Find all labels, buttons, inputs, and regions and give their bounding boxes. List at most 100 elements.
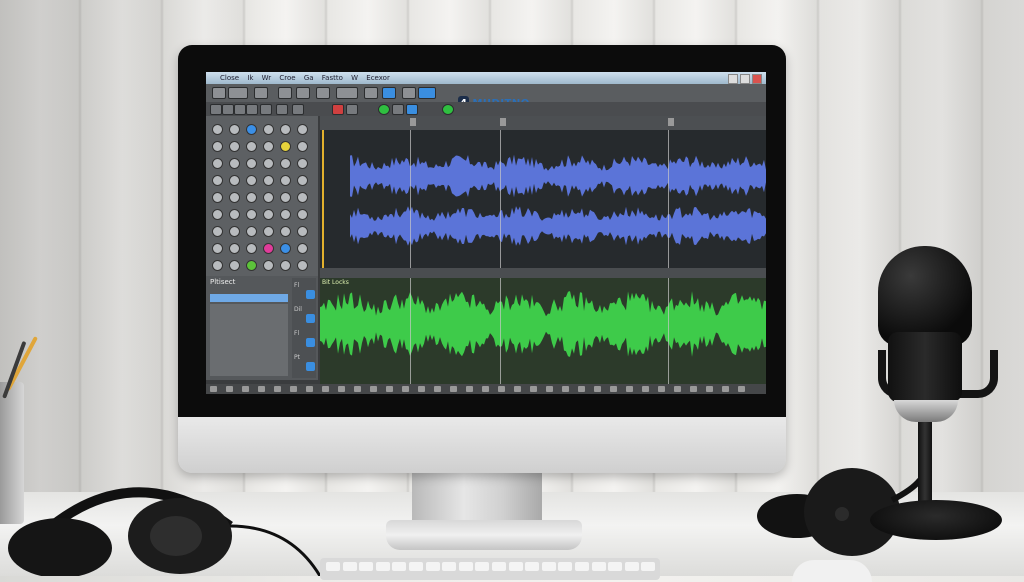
tool-button[interactable]	[246, 260, 257, 271]
status-icon[interactable]	[530, 386, 537, 392]
ruler-marker[interactable]	[668, 118, 674, 126]
status-icon[interactable]	[722, 386, 729, 392]
key[interactable]	[624, 562, 639, 571]
tool-button[interactable]	[246, 141, 257, 152]
key[interactable]	[492, 562, 506, 571]
tool-button[interactable]	[212, 175, 223, 186]
tool-button[interactable]	[297, 175, 308, 186]
toolbar-button[interactable]	[346, 104, 358, 115]
tool-button[interactable]	[246, 124, 257, 135]
toolbar-button[interactable]	[364, 87, 378, 99]
tool-button[interactable]	[229, 260, 240, 271]
status-icon[interactable]	[642, 386, 649, 392]
status-icon[interactable]	[370, 386, 377, 392]
tool-button[interactable]	[246, 158, 257, 169]
status-icon[interactable]	[434, 386, 441, 392]
status-icon[interactable]	[306, 386, 313, 392]
status-icon[interactable]	[674, 386, 681, 392]
tool-button[interactable]	[212, 209, 223, 220]
menu-item[interactable]: Ik	[247, 74, 253, 82]
key[interactable]	[608, 562, 623, 571]
tool-button[interactable]	[263, 124, 274, 135]
tool-button[interactable]	[280, 141, 291, 152]
status-icon[interactable]	[290, 386, 297, 392]
status-icon[interactable]	[498, 386, 505, 392]
tool-button[interactable]	[229, 158, 240, 169]
tool-button[interactable]	[246, 192, 257, 203]
key[interactable]	[541, 562, 556, 571]
key[interactable]	[641, 562, 656, 571]
status-icon[interactable]	[402, 386, 409, 392]
mixer-list[interactable]	[210, 304, 288, 376]
tool-button[interactable]	[229, 209, 240, 220]
tool-button[interactable]	[212, 192, 223, 203]
tool-button[interactable]	[263, 226, 274, 237]
tool-button[interactable]	[297, 243, 308, 254]
tool-button[interactable]	[212, 260, 223, 271]
tool-button[interactable]	[297, 192, 308, 203]
key[interactable]	[359, 562, 374, 571]
tool-button[interactable]	[263, 243, 274, 254]
key[interactable]	[458, 562, 473, 571]
toolbar-button[interactable]	[402, 87, 416, 99]
toolbar-button[interactable]	[278, 87, 292, 99]
mouse[interactable]	[792, 560, 872, 582]
tool-button[interactable]	[280, 209, 291, 220]
tool-button[interactable]	[280, 158, 291, 169]
toolbar-button[interactable]	[212, 87, 226, 99]
key[interactable]	[326, 562, 340, 571]
tool-button[interactable]	[246, 226, 257, 237]
record-button[interactable]	[332, 104, 344, 115]
key[interactable]	[392, 562, 407, 571]
status-icon[interactable]	[274, 386, 281, 392]
status-icon[interactable]	[450, 386, 457, 392]
toolbar-button[interactable]	[228, 87, 248, 99]
key[interactable]	[591, 562, 606, 571]
tool-button[interactable]	[212, 226, 223, 237]
toolbar-button[interactable]	[222, 104, 234, 115]
key[interactable]	[575, 562, 589, 571]
tool-button[interactable]	[280, 124, 291, 135]
maximize-button[interactable]	[740, 74, 750, 84]
tool-button[interactable]	[263, 141, 274, 152]
tool-button[interactable]	[280, 260, 291, 271]
play-button[interactable]	[378, 104, 390, 115]
tool-button[interactable]	[246, 243, 257, 254]
key[interactable]	[508, 562, 523, 571]
tool-button[interactable]	[280, 192, 291, 203]
status-icon[interactable]	[226, 386, 233, 392]
status-icon[interactable]	[578, 386, 585, 392]
channel-icon[interactable]	[306, 314, 315, 323]
key[interactable]	[525, 562, 540, 571]
toolbar-button[interactable]	[210, 104, 222, 115]
status-icon[interactable]	[466, 386, 473, 392]
menu-item[interactable]: Croe	[279, 74, 295, 82]
tool-button[interactable]	[263, 175, 274, 186]
key[interactable]	[409, 562, 423, 571]
status-icon[interactable]	[738, 386, 745, 392]
status-icon[interactable]	[690, 386, 697, 392]
tool-button[interactable]	[297, 226, 308, 237]
status-icon[interactable]	[210, 386, 217, 392]
toolbar-button[interactable]	[234, 104, 246, 115]
key[interactable]	[442, 562, 457, 571]
menu-item[interactable]: Close	[220, 74, 239, 82]
menu-item[interactable]: Fastto	[322, 74, 343, 82]
toolbar-button[interactable]	[296, 87, 310, 99]
toolbar-button[interactable]	[316, 87, 330, 99]
toolbar-button[interactable]	[336, 87, 358, 99]
channel-icon[interactable]	[306, 338, 315, 347]
tool-button[interactable]	[229, 243, 240, 254]
tool-button[interactable]	[229, 175, 240, 186]
tool-button[interactable]	[229, 141, 240, 152]
key[interactable]	[475, 562, 490, 571]
tool-button[interactable]	[212, 158, 223, 169]
status-icon[interactable]	[386, 386, 393, 392]
status-icon[interactable]	[514, 386, 521, 392]
status-icon[interactable]	[594, 386, 601, 392]
tool-button[interactable]	[212, 124, 223, 135]
status-icon[interactable]	[658, 386, 665, 392]
menu-item[interactable]: Ga	[304, 74, 314, 82]
tool-button[interactable]	[246, 175, 257, 186]
status-icon[interactable]	[562, 386, 569, 392]
